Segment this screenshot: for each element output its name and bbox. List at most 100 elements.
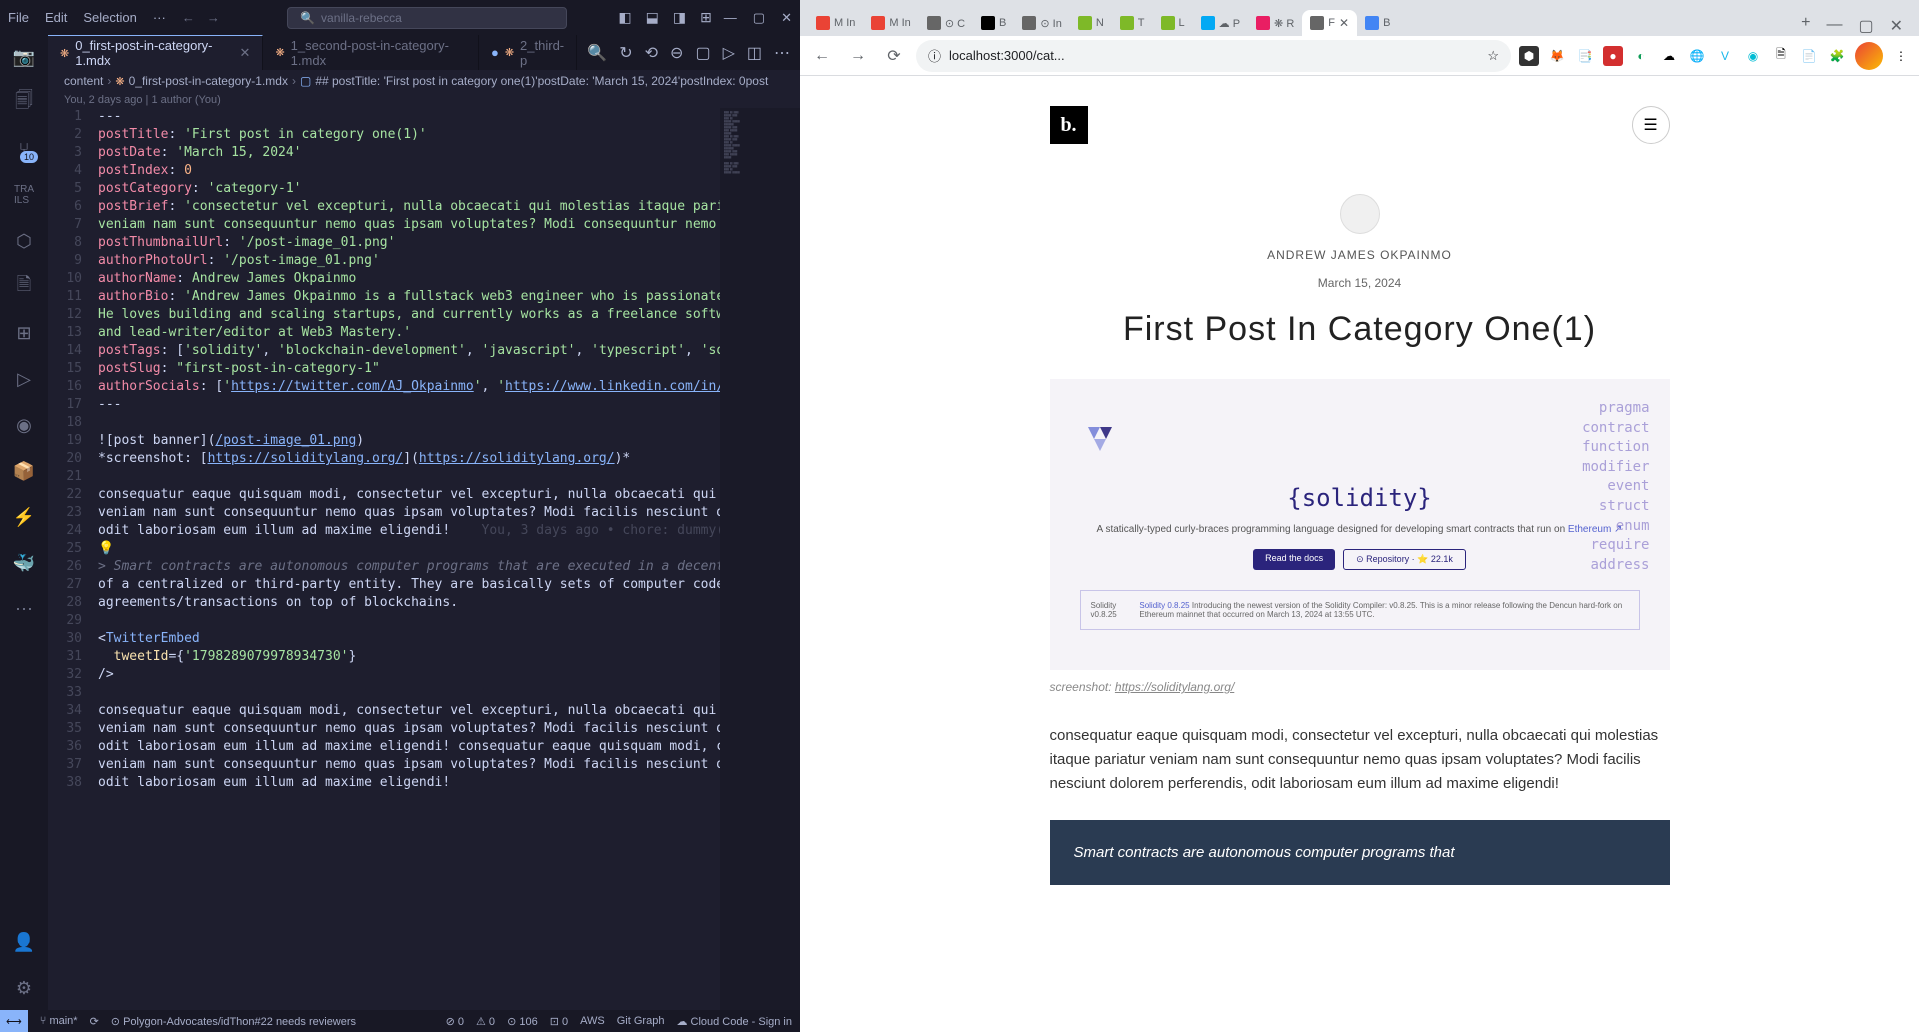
breadcrumb-item[interactable]: content xyxy=(64,74,103,88)
warnings-indicator[interactable]: ⚠ 0 xyxy=(476,1015,495,1028)
browser-tab[interactable]: ⊙ In xyxy=(1014,10,1069,36)
sync-indicator[interactable]: ⟳ xyxy=(90,1015,99,1028)
browser-tab[interactable]: L xyxy=(1153,10,1193,36)
cloud-indicator[interactable]: ☁ Cloud Code - Sign in xyxy=(676,1015,792,1028)
address-bar[interactable]: ⓘ localhost:3000/cat... ☆ xyxy=(916,40,1511,72)
layout-left-icon[interactable]: ◧ xyxy=(618,9,631,26)
ext-icon[interactable]: ● xyxy=(1603,46,1623,66)
minimap[interactable]: ████ ██ ██████████ ████████ ████████ ███… xyxy=(720,108,800,1010)
menu-more[interactable]: ··· xyxy=(153,10,166,25)
read-docs-button[interactable]: Read the docs xyxy=(1253,549,1335,570)
package-icon[interactable]: ⬡ xyxy=(12,229,36,253)
browser-tab[interactable]: M In xyxy=(863,10,918,36)
ext-icon[interactable]: 🦊 xyxy=(1547,46,1567,66)
close-icon[interactable]: ✕ xyxy=(781,10,792,26)
ext-icon[interactable]: 📄 xyxy=(1799,46,1819,66)
thunder-icon[interactable]: ⚡ xyxy=(12,505,36,529)
preview-icon[interactable]: ▢ xyxy=(695,43,710,63)
menu-edit[interactable]: Edit xyxy=(45,10,67,25)
code-content[interactable]: ---postTitle: 'First post in category on… xyxy=(98,108,720,1010)
file-icon[interactable]: 🗎 xyxy=(12,275,36,299)
sync-icon[interactable]: ⟲ xyxy=(645,43,658,63)
lines-indicator[interactable]: ⊙ 106 xyxy=(507,1015,538,1028)
forward-button[interactable]: → xyxy=(844,42,872,70)
caption-link[interactable]: https://soliditylang.org/ xyxy=(1115,680,1234,694)
nav-back-icon[interactable]: ← xyxy=(182,10,195,25)
split-icon[interactable]: ◫ xyxy=(747,43,762,63)
minimize-icon[interactable]: — xyxy=(724,10,737,26)
browser-tab[interactable]: N xyxy=(1070,10,1112,36)
docker-icon[interactable]: 🐳 xyxy=(12,551,36,575)
branch-indicator[interactable]: ⑂ main* xyxy=(40,1015,78,1027)
breadcrumb-item[interactable]: 0_first-post-in-category-1.mdx xyxy=(129,74,288,88)
tab-file-2[interactable]: ❋ 1_second-post-in-category-1.mdx xyxy=(263,35,479,70)
maximize-icon[interactable]: ▢ xyxy=(753,10,765,26)
ext-icon[interactable]: 📑 xyxy=(1575,46,1595,66)
hamburger-menu[interactable]: ☰ xyxy=(1632,106,1670,144)
tab-file-3[interactable]: ● ❋ 2_third-p xyxy=(479,35,577,70)
browser-tab[interactable]: B xyxy=(973,10,1014,36)
breadcrumb-item[interactable]: ## postTitle: 'First post in category on… xyxy=(315,74,768,88)
reload-icon[interactable]: ↻ xyxy=(619,43,632,63)
tab-file-1[interactable]: ❋ 0_first-post-in-category-1.mdx ✕ xyxy=(48,35,263,70)
browser-tab[interactable]: M In xyxy=(808,10,863,36)
layout-right-icon[interactable]: ◨ xyxy=(673,9,686,26)
site-logo[interactable]: b. xyxy=(1050,106,1088,144)
debug-icon[interactable]: ▷ xyxy=(12,367,36,391)
menu-icon[interactable]: ⋮ xyxy=(1891,46,1911,66)
version-link[interactable]: Solidity 0.8.25 xyxy=(1139,601,1189,610)
menu-selection[interactable]: Selection xyxy=(83,10,136,25)
camera-icon[interactable]: 📷 xyxy=(12,45,36,69)
gitgraph-indicator[interactable]: Git Graph xyxy=(617,1015,665,1028)
maximize-icon[interactable]: ▢ xyxy=(1858,16,1873,36)
ext-icon[interactable]: ◉ xyxy=(1743,46,1763,66)
tab-close-icon[interactable]: ✕ xyxy=(1339,16,1349,30)
more-icon[interactable]: ⋯ xyxy=(774,43,790,63)
code-editor[interactable]: 1234567891011121314151617181920212223242… xyxy=(48,108,800,1010)
account-icon[interactable]: 👤 xyxy=(12,930,36,954)
extensions-icon[interactable]: 🧩 xyxy=(1827,46,1847,66)
back-button[interactable]: ← xyxy=(808,42,836,70)
settings-icon[interactable]: ⚙ xyxy=(12,976,36,1000)
ext-icon[interactable]: ☁ xyxy=(1659,46,1679,66)
new-tab-button[interactable]: + xyxy=(1793,10,1818,36)
remote-indicator[interactable]: ⟷ xyxy=(0,1010,28,1032)
minimize-icon[interactable]: — xyxy=(1826,16,1842,36)
browser-tab[interactable]: B xyxy=(1357,10,1398,36)
diff-icon[interactable]: ⊖ xyxy=(670,43,683,63)
aws-indicator[interactable]: AWS xyxy=(580,1015,605,1028)
files-icon[interactable]: 🗐 xyxy=(12,91,36,115)
more-icon[interactable]: ⋯ xyxy=(12,597,36,621)
browser-tab[interactable]: ❋ R xyxy=(1248,10,1302,36)
errors-indicator[interactable]: ⊘ 0 xyxy=(446,1015,464,1028)
nav-forward-icon[interactable]: → xyxy=(207,10,220,25)
star-icon[interactable]: ☆ xyxy=(1487,48,1499,64)
box-icon[interactable]: 📦 xyxy=(12,459,36,483)
close-icon[interactable]: ✕ xyxy=(1890,16,1903,36)
reload-button[interactable]: ⟳ xyxy=(880,42,908,70)
run-icon[interactable]: ▷ xyxy=(723,43,735,63)
command-center[interactable]: 🔍 vanilla-rebecca xyxy=(287,7,567,29)
browser-tab[interactable]: T xyxy=(1112,10,1153,36)
repository-button[interactable]: ⊙ Repository · ⭐ 22.1k xyxy=(1343,549,1466,570)
layout-grid-icon[interactable]: ⊞ xyxy=(700,9,712,26)
gitlens-annotation[interactable]: You, 2 days ago | 1 author (You) xyxy=(48,92,800,108)
browser-tab[interactable]: ⊙ C xyxy=(919,10,973,36)
extensions-icon[interactable]: ⊞ xyxy=(12,321,36,345)
profile-avatar[interactable] xyxy=(1855,42,1883,70)
tab-close-icon[interactable]: ✕ xyxy=(240,45,251,61)
gitlens-icon[interactable]: ◉ xyxy=(12,413,36,437)
ext-icon[interactable]: ⬢ xyxy=(1519,46,1539,66)
browser-tab[interactable]: F✕ xyxy=(1302,10,1357,36)
breadcrumb[interactable]: content › ❋ 0_first-post-in-category-1.m… xyxy=(48,70,800,92)
ext-icon[interactable]: 🌐 xyxy=(1687,46,1707,66)
trails-icon[interactable]: TRAILS xyxy=(12,183,36,207)
menu-file[interactable]: File xyxy=(8,10,29,25)
pr-indicator[interactable]: ⊙ Polygon-Advocates/idThon#22 needs revi… xyxy=(111,1015,356,1028)
search-icon[interactable]: 🔍 xyxy=(587,43,607,63)
ext-icon[interactable]: ◐ xyxy=(1631,46,1651,66)
source-control-icon[interactable]: ⑂ xyxy=(12,137,36,161)
ext-icon[interactable]: V xyxy=(1715,46,1735,66)
browser-tab[interactable]: ☁ P xyxy=(1193,10,1248,36)
ext-icon[interactable]: 🗎 xyxy=(1771,46,1791,66)
